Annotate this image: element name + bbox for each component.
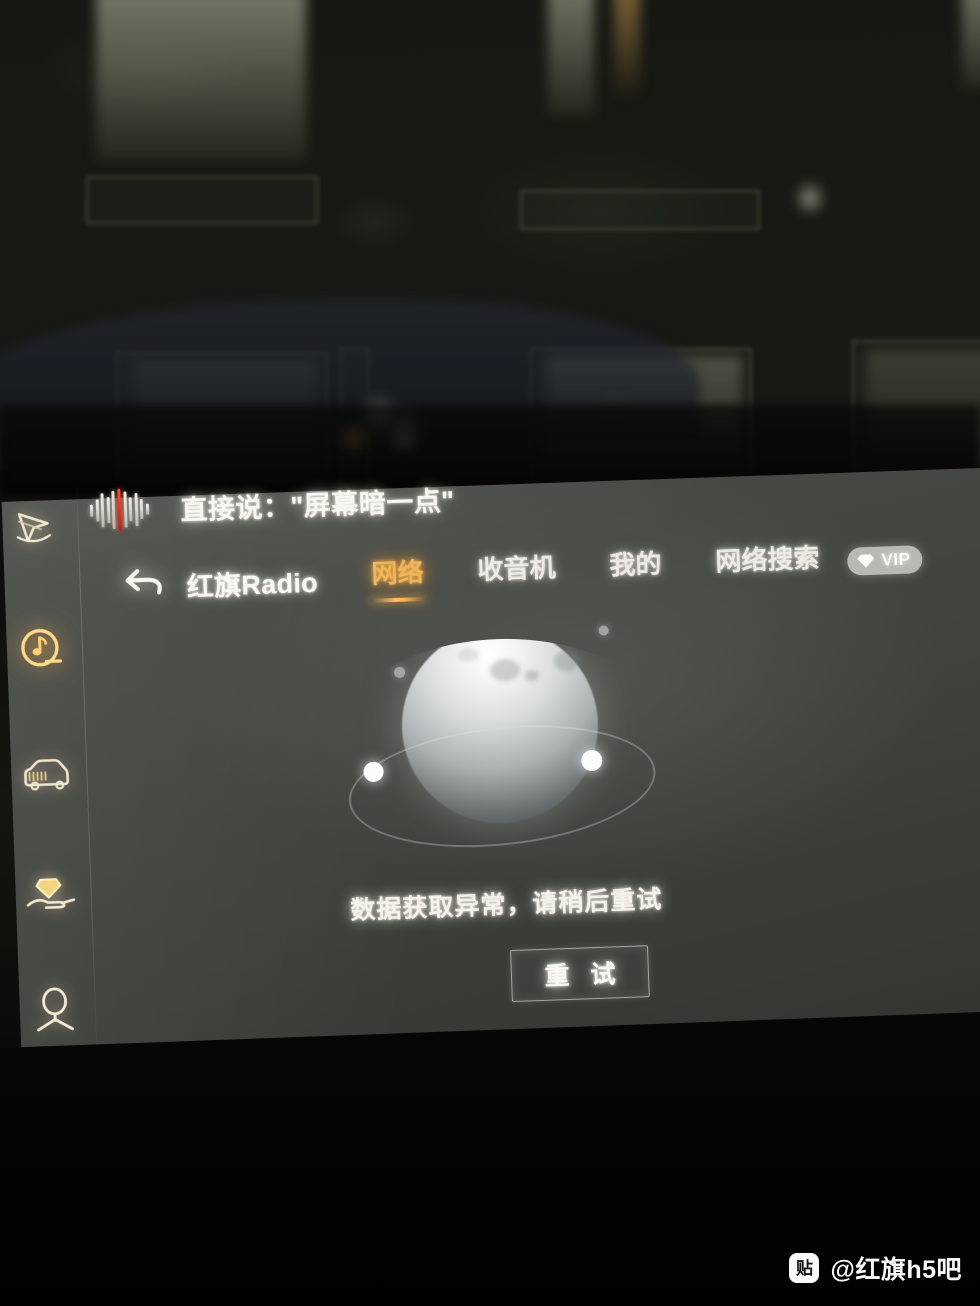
music-note-circle-icon [17,625,67,675]
light-bokeh [800,186,820,210]
orbit-dot-small [598,625,609,636]
screen-ui-layer: 直接说："屏幕暗一点" 红旗Radio 网络 收音机 我的 网络搜索 VIP 数… [0,420,980,1095]
tab-network-search[interactable]: 网络搜索 [715,538,821,591]
voice-hint-row[interactable]: 直接说："屏幕暗一点" [89,477,455,532]
window-frame [86,176,318,224]
voice-hint-text: 直接说："屏幕暗一点" [180,485,456,526]
lit-window-warm [614,0,640,94]
vip-badge-label: VIP [881,549,911,570]
sidebar-item-profile[interactable] [19,976,91,1042]
vip-badge[interactable]: VIP [847,544,923,576]
sidebar-item-navigation[interactable] [2,494,74,560]
lit-window [96,0,306,160]
orbit-dot-small [393,666,406,679]
car-icon [21,757,72,795]
navigation-arrow-icon [15,507,60,549]
lit-window [548,0,594,115]
active-tab-underline [369,596,428,603]
tab-network[interactable]: 网络 [369,552,428,603]
user-icon [31,986,79,1034]
error-message: 数据获取异常，请稍后重试 [350,885,663,925]
planet-orbit-empty-state-icon [336,610,664,862]
diamond-icon [856,552,876,569]
voice-waveform-icon [89,488,149,532]
watermark: 贴 @红旗h5吧 [789,1250,962,1286]
tab-network-label: 网络 [371,556,425,589]
app-title: 红旗Radio [186,567,319,603]
lit-window [962,0,980,88]
tab-mine[interactable]: 我的 [609,543,663,594]
tab-radio[interactable]: 收音机 [477,547,557,599]
sidebar-item-media[interactable] [6,616,78,682]
window-frame [520,190,760,230]
retry-button[interactable]: 重 试 [510,945,650,1003]
back-arrow-icon [122,566,167,607]
tieba-logo-icon: 贴 [789,1253,820,1283]
retry-button-label: 重 试 [544,960,623,991]
orbit-ring [342,711,662,862]
top-nav-bar: 红旗Radio 网络 收音机 我的 网络搜索 VIP [122,534,923,612]
sidebar-item-vehicle[interactable] [10,742,82,808]
watermark-handle: @红旗h5吧 [830,1256,962,1284]
back-button[interactable] [122,563,176,609]
